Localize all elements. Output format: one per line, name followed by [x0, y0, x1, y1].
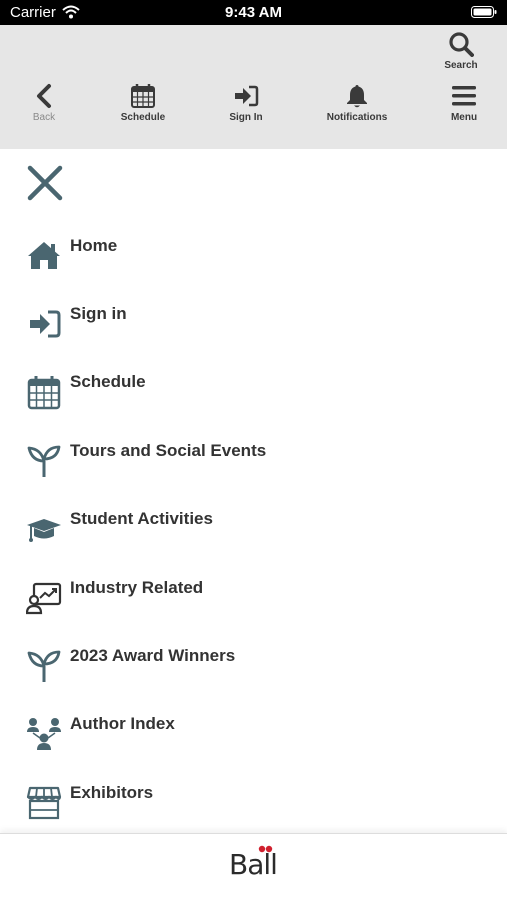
sprout-icon: [27, 445, 61, 477]
menu-item-label: Sign in: [70, 304, 127, 323]
sign-in-button[interactable]: Sign In: [220, 83, 272, 123]
menu-item-home[interactable]: Home: [24, 236, 484, 284]
calendar-icon: [27, 376, 61, 410]
users-icon: [27, 718, 61, 750]
logo-dots-icon: [258, 845, 273, 853]
clock-time: 9:43 AM: [225, 4, 282, 21]
sprout-icon: [27, 650, 61, 682]
graduation-cap-icon: [27, 519, 61, 542]
schedule-button[interactable]: Schedule: [113, 83, 173, 123]
menu-button[interactable]: Menu: [440, 83, 488, 123]
menu-item-label: Student Activities: [70, 509, 213, 528]
menu-item-author-index[interactable]: Author Index: [24, 714, 484, 762]
search-label: Search: [444, 60, 478, 71]
close-icon[interactable]: [26, 164, 64, 202]
calendar-icon: [131, 84, 155, 108]
menu-item-schedule[interactable]: Schedule: [24, 372, 484, 420]
menu-item-label: Schedule: [70, 372, 146, 391]
back-label: Back: [32, 112, 56, 123]
bell-icon: [347, 85, 367, 108]
menu-item-industry-related[interactable]: Industry Related: [24, 578, 484, 626]
storefront-icon: [26, 786, 62, 820]
presentation-icon: [26, 582, 62, 615]
top-toolbar: Search Back Schedule Sign In Notificatio…: [0, 25, 507, 149]
sign-in-icon: [30, 310, 61, 338]
battery-icon: [471, 6, 497, 18]
notifications-label: Notifications: [326, 112, 388, 123]
hamburger-menu-icon: [452, 86, 476, 106]
menu-label: Menu: [450, 112, 478, 123]
menu-item-exhibitors[interactable]: Exhibitors: [24, 783, 484, 831]
menu-item-label: Home: [70, 236, 118, 255]
menu-item-tours-social-events[interactable]: Tours and Social Events: [24, 441, 484, 489]
navigation-menu: Home Sign in Schedule Tours and Social E…: [0, 149, 507, 833]
status-bar: Carrier 9:43 AM: [0, 0, 507, 25]
menu-item-label: Exhibitors: [70, 783, 154, 802]
footer-bar: Ball: [0, 833, 507, 900]
chevron-left-icon: [37, 84, 51, 108]
menu-item-sign-in[interactable]: Sign in: [24, 304, 484, 352]
search-icon: [449, 32, 474, 57]
home-icon: [28, 242, 60, 269]
sign-in-label: Sign In: [229, 112, 263, 123]
back-button[interactable]: Back: [18, 83, 70, 123]
menu-item-label: 2023 Award Winners: [70, 646, 236, 665]
menu-item-label: Author Index: [70, 714, 175, 733]
schedule-label: Schedule: [120, 112, 166, 123]
menu-item-label: Industry Related: [70, 578, 204, 597]
menu-item-label: Tours and Social Events: [70, 441, 267, 460]
menu-item-award-winners[interactable]: 2023 Award Winners: [24, 646, 484, 694]
notifications-button[interactable]: Notifications: [320, 83, 394, 123]
menu-item-student-activities[interactable]: Student Activities: [24, 509, 484, 557]
sign-in-icon: [235, 85, 259, 107]
search-button[interactable]: Search: [436, 31, 486, 71]
